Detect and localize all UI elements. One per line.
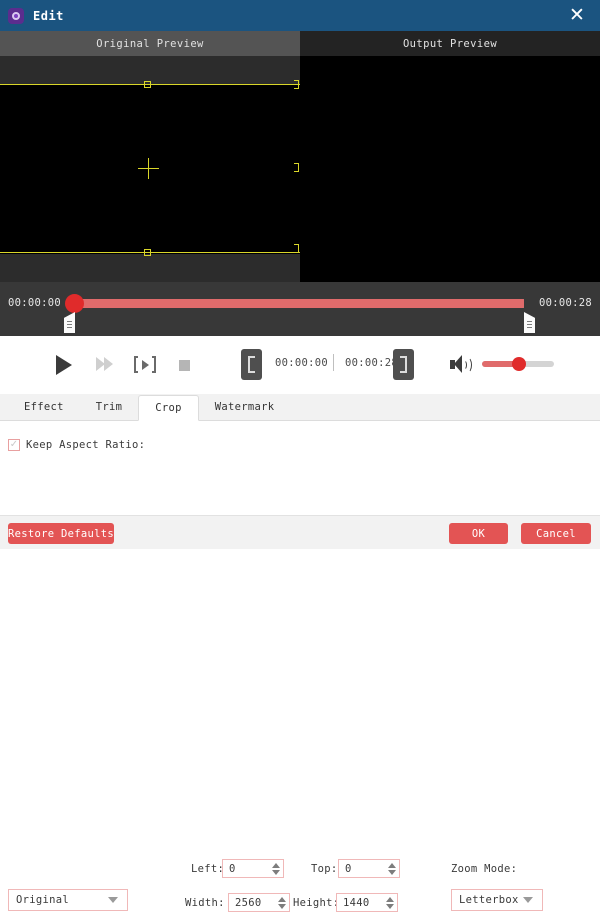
play-icon[interactable] (56, 355, 72, 375)
chevron-down-icon[interactable] (272, 869, 280, 875)
tab-effect[interactable]: Effect (8, 394, 80, 420)
timeline-track-fill (72, 299, 524, 308)
height-label: Height: (293, 897, 340, 909)
timeline-end-time: 00:00:28 (539, 297, 592, 309)
transport-bar: 00:00:00 00:00:28 (0, 336, 600, 395)
width-value[interactable]: 2560 (229, 897, 275, 909)
crop-handle-top-right[interactable] (294, 80, 299, 89)
mark-in-time: 00:00:00 (275, 357, 328, 369)
zoom-mode-value: Letterbox (459, 894, 519, 906)
height-stepper-arrows[interactable] (383, 894, 397, 911)
edit-dialog: Edit ✕ Original Preview Output Preview 0… (0, 0, 600, 912)
left-stepper-arrows[interactable] (269, 860, 283, 877)
frame-step-icon[interactable] (134, 356, 156, 373)
trim-handle-start[interactable] (64, 312, 75, 333)
fast-forward-icon[interactable] (96, 357, 116, 372)
width-label: Width: (185, 897, 225, 909)
trim-handle-start-grip (67, 321, 72, 328)
checkbox-icon[interactable]: ✓ (8, 439, 20, 451)
top-value[interactable]: 0 (339, 863, 385, 875)
crop-center-crosshair-icon (138, 158, 159, 179)
tab-watermark[interactable]: Watermark (199, 394, 291, 420)
stop-icon[interactable] (179, 360, 190, 371)
volume-icon[interactable] (450, 355, 472, 374)
keep-aspect-ratio-label: Keep Aspect Ratio: (26, 439, 146, 451)
restore-defaults-button[interactable]: Restore Defaults (8, 523, 114, 544)
chevron-up-icon[interactable] (386, 896, 394, 902)
close-icon[interactable]: ✕ (562, 0, 592, 31)
width-stepper[interactable]: 2560 (228, 893, 290, 912)
mark-in-bracket-icon (248, 356, 255, 373)
cancel-button[interactable]: Cancel (521, 523, 591, 544)
height-stepper[interactable]: 1440 (336, 893, 398, 912)
edit-app-icon (8, 7, 24, 24)
crop-handle-bottom-right[interactable] (294, 244, 299, 253)
timeline-playhead[interactable] (65, 294, 84, 313)
mark-in-button[interactable] (241, 349, 262, 380)
volume-slider[interactable] (482, 357, 554, 371)
frame-step-triangle (141, 359, 149, 370)
chevron-down-icon[interactable] (386, 903, 394, 909)
timeline-start-time: 00:00:00 (8, 297, 61, 309)
chevron-up-icon[interactable] (272, 862, 280, 868)
crop-handle-top-middle[interactable] (144, 81, 151, 88)
mark-out-bracket-icon (400, 356, 407, 373)
tab-crop[interactable]: Crop (138, 395, 199, 421)
preview-stage (0, 56, 600, 282)
crop-settings-panel: ✓ Keep Aspect Ratio: Original Left: 0 To… (0, 421, 600, 912)
trim-handle-end[interactable] (524, 312, 535, 333)
preview-header: Original Preview Output Preview (0, 31, 600, 56)
original-preview-pane[interactable] (0, 56, 300, 282)
settings-tabbar: Effect Trim Crop Watermark (0, 394, 600, 421)
output-preview-label: Output Preview (300, 31, 600, 56)
frame-step-bracket-right (152, 356, 156, 373)
volume-wave-large (463, 357, 472, 373)
volume-slider-knob[interactable] (512, 357, 526, 371)
width-stepper-arrows[interactable] (275, 894, 289, 911)
aspect-ratio-select[interactable]: Original (8, 889, 128, 911)
zoom-mode-select[interactable]: Letterbox (451, 889, 543, 911)
timeline-scrubber: 00:00:00 00:00:28 (0, 282, 600, 336)
left-stepper[interactable]: 0 (222, 859, 284, 878)
top-stepper-arrows[interactable] (385, 860, 399, 877)
app-icon-ring (12, 11, 20, 20)
tab-trim[interactable]: Trim (80, 394, 139, 420)
original-preview-label: Original Preview (0, 31, 300, 56)
chevron-down-icon (523, 897, 533, 903)
time-separator (333, 354, 334, 371)
crop-handle-middle-right[interactable] (294, 163, 299, 172)
aspect-ratio-value: Original (16, 894, 69, 906)
title-bar: Edit ✕ (0, 0, 600, 31)
keep-aspect-ratio-checkbox[interactable]: ✓ Keep Aspect Ratio: (8, 439, 145, 451)
mark-out-button[interactable] (393, 349, 414, 380)
window-title: Edit (33, 8, 64, 23)
left-value[interactable]: 0 (223, 863, 269, 875)
left-label: Left: (191, 863, 225, 875)
top-label: Top: (311, 863, 338, 875)
zoom-mode-label: Zoom Mode: (451, 863, 518, 875)
trim-handle-end-grip (527, 321, 532, 328)
mark-out-time: 00:00:28 (345, 357, 398, 369)
timeline-track[interactable] (72, 299, 524, 308)
output-preview-pane[interactable] (300, 56, 600, 282)
height-value[interactable]: 1440 (337, 897, 383, 909)
crop-handle-bottom-middle[interactable] (144, 249, 151, 256)
ok-button[interactable]: OK (449, 523, 508, 544)
chevron-down-icon (108, 897, 118, 903)
frame-step-bracket-left (134, 356, 138, 373)
chevron-up-icon[interactable] (278, 896, 286, 902)
chevron-down-icon[interactable] (278, 903, 286, 909)
chevron-up-icon[interactable] (388, 862, 396, 868)
dialog-footer: Restore Defaults OK Cancel (0, 515, 600, 549)
chevron-down-icon[interactable] (388, 869, 396, 875)
top-stepper[interactable]: 0 (338, 859, 400, 878)
